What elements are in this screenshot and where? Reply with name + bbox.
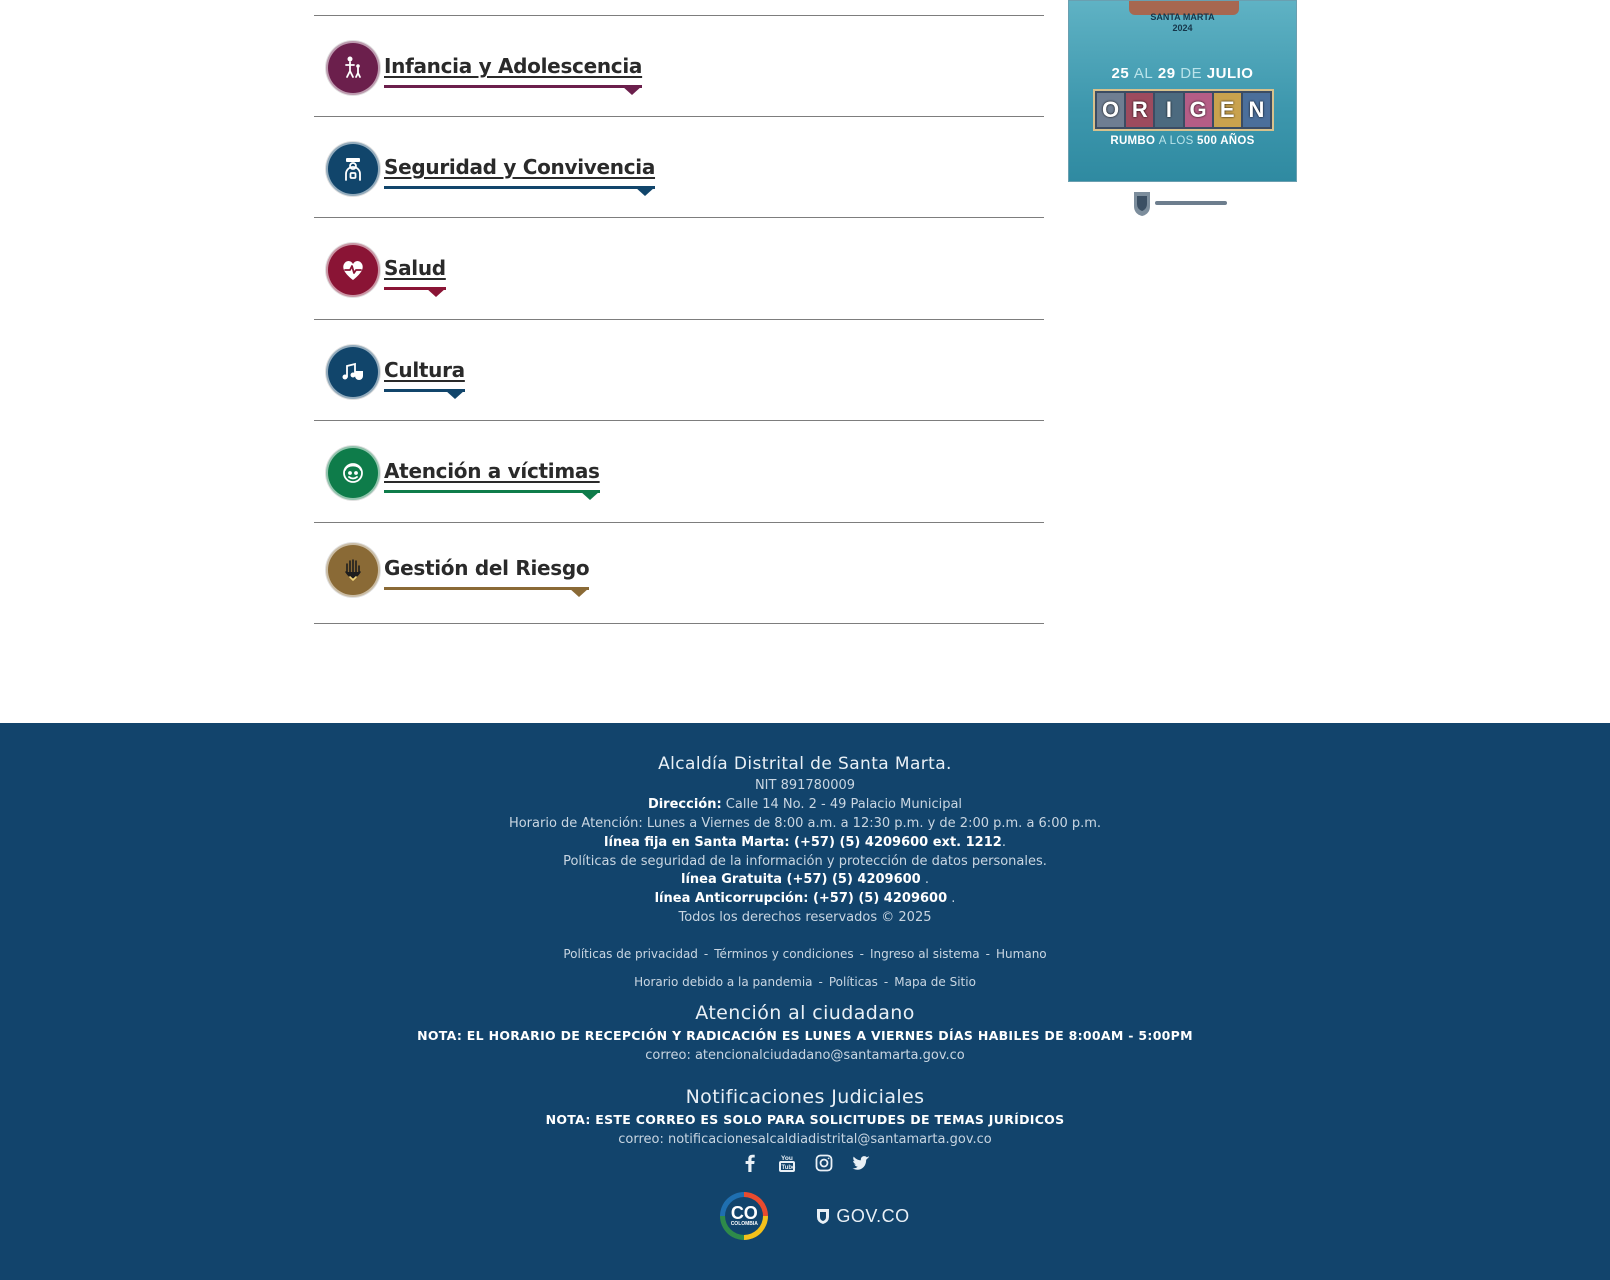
section-title: Atención a víctimas	[384, 459, 600, 483]
footer-hours: Horario de Atención: Lunes a Viernes de …	[508, 816, 1102, 831]
section-title: Salud	[384, 256, 446, 280]
footer-links-row-2: Horario debido a la pandemia - Políticas - M…	[634, 975, 976, 989]
humano-link[interactable]: Humano	[996, 947, 1047, 961]
terms-link[interactable]: Términos y condiciones	[714, 947, 853, 961]
chevron-down-icon	[635, 186, 656, 196]
section-row-salud: Salud	[314, 218, 1044, 320]
poster-title-word: O R I G E N	[1093, 89, 1274, 131]
pandemic-hours-link[interactable]: Horario debido a la pandemia	[634, 975, 812, 989]
logo-wordmark	[1155, 201, 1227, 205]
instagram-icon[interactable]	[814, 1153, 834, 1173]
section-link-victimas[interactable]: Atención a víctimas	[326, 446, 600, 500]
coat-of-arms-icon	[1134, 192, 1150, 216]
login-link[interactable]: Ingreso al sistema	[870, 947, 980, 961]
gov-co-logo[interactable]: GOV.CO	[814, 1206, 909, 1227]
section-link-salud[interactable]: Salud	[326, 243, 446, 297]
poster-dates: 25 AL 29 DE JULIO	[1111, 65, 1254, 82]
footer-rights: Todos los derechos reservados © 2025	[678, 910, 932, 925]
youtube-icon[interactable]: You Tube	[777, 1153, 797, 1173]
section-title: Gestión del Riesgo	[384, 555, 590, 580]
footer-anticorruption-line: línea Anticorrupción: (+57) (5) 4209600 …	[654, 891, 956, 906]
section-title: Cultura	[384, 357, 465, 382]
privacy-link[interactable]: Políticas de privacidad	[563, 947, 698, 961]
footer-badges: CO COLOMBIA GOV.CO	[0, 1192, 1610, 1240]
section-row-infancia: Infancia y Adolescencia	[314, 15, 1044, 117]
citizen-heading: Atención al ciudadano	[695, 1002, 915, 1024]
section-row-seguridad: Seguridad y Convivencia	[314, 117, 1044, 218]
section-link-seguridad[interactable]: Seguridad y Convivencia	[326, 141, 656, 196]
colombia-co-logo[interactable]: CO COLOMBIA	[720, 1192, 769, 1240]
chevron-down-icon	[569, 587, 590, 597]
section-list: Infancia y Adolescencia Seguridad y Conv…	[314, 15, 1044, 624]
heart-pulse-icon	[326, 243, 380, 297]
social-links: You Tube	[0, 1153, 1610, 1173]
section-link-infancia[interactable]: Infancia y Adolescencia	[326, 41, 642, 95]
footer-nit: NIT 891780009	[754, 778, 856, 793]
section-row-riesgo: Gestión del Riesgo	[314, 523, 1044, 624]
section-title: Seguridad y Convivencia	[384, 154, 656, 179]
site-footer: Alcaldía Distrital de Santa Marta. NIT 8…	[0, 723, 1610, 1280]
section-row-victimas: Atención a víctimas	[314, 421, 1044, 523]
citizen-note: NOTA: EL HORARIO DE RECEPCIÓN Y RADICACI…	[417, 1028, 1193, 1043]
footer-address: Dirección: Calle 14 No. 2 - 49 Palacio M…	[647, 797, 963, 812]
section-row-cultura: Cultura	[314, 320, 1044, 421]
police-officer-icon	[326, 141, 380, 196]
chevron-down-icon	[444, 389, 465, 399]
hand-shield-icon	[326, 542, 380, 597]
judicial-note: NOTA: ESTE CORREO ES SOLO PARA SOLICITUD…	[545, 1112, 1065, 1127]
victim-face-icon	[326, 446, 380, 500]
chevron-down-icon	[579, 491, 600, 500]
footer-privacy-policy-link[interactable]: Políticas de seguridad de la información…	[0, 854, 1610, 869]
section-title: Infancia y Adolescencia	[384, 54, 643, 78]
policies-link[interactable]: Políticas	[829, 975, 878, 989]
footer-links-row-1: Políticas de privacidad - Términos y condi…	[563, 947, 1047, 961]
footer-free-line: línea Gratuita (+57) (5) 4209600 .	[680, 872, 929, 887]
sitemap-link[interactable]: Mapa de Sitio	[894, 975, 976, 989]
poster-year: 2024	[1172, 23, 1193, 33]
children-icon	[326, 41, 380, 95]
section-link-cultura[interactable]: Cultura	[326, 344, 465, 399]
chevron-down-icon	[425, 288, 446, 297]
judicial-email-link[interactable]: correo: notificacionesalcaldiadistrital@…	[0, 1132, 1610, 1147]
alcaldia-small-logo	[1132, 188, 1227, 218]
footer-landline: línea fija en Santa Marta: (+57) (5) 420…	[604, 835, 1006, 850]
music-theater-icon	[326, 344, 380, 399]
citizen-email-link[interactable]: correo: atencionalciudadano@santamarta.g…	[0, 1048, 1610, 1063]
svg-text:Tube: Tube	[781, 1165, 796, 1171]
poster-tagline: RUMBO A LOS 500 AÑOS	[1110, 135, 1255, 147]
festival-poster-banner[interactable]: SANTA MARTA 2024 25 AL 29 DE JULIO O R I…	[1068, 0, 1297, 182]
twitter-icon[interactable]	[851, 1153, 871, 1173]
colombia-shield-icon	[817, 1209, 830, 1224]
poster-city: SANTA MARTA	[1150, 12, 1215, 22]
section-link-riesgo[interactable]: Gestión del Riesgo	[326, 542, 590, 597]
judicial-heading: Notificaciones Judiciales	[685, 1086, 925, 1108]
svg-text:You: You	[781, 1155, 793, 1162]
footer-org-name: Alcaldía Distrital de Santa Marta.	[658, 754, 952, 774]
chevron-down-icon	[622, 86, 643, 95]
facebook-icon[interactable]	[740, 1153, 760, 1173]
